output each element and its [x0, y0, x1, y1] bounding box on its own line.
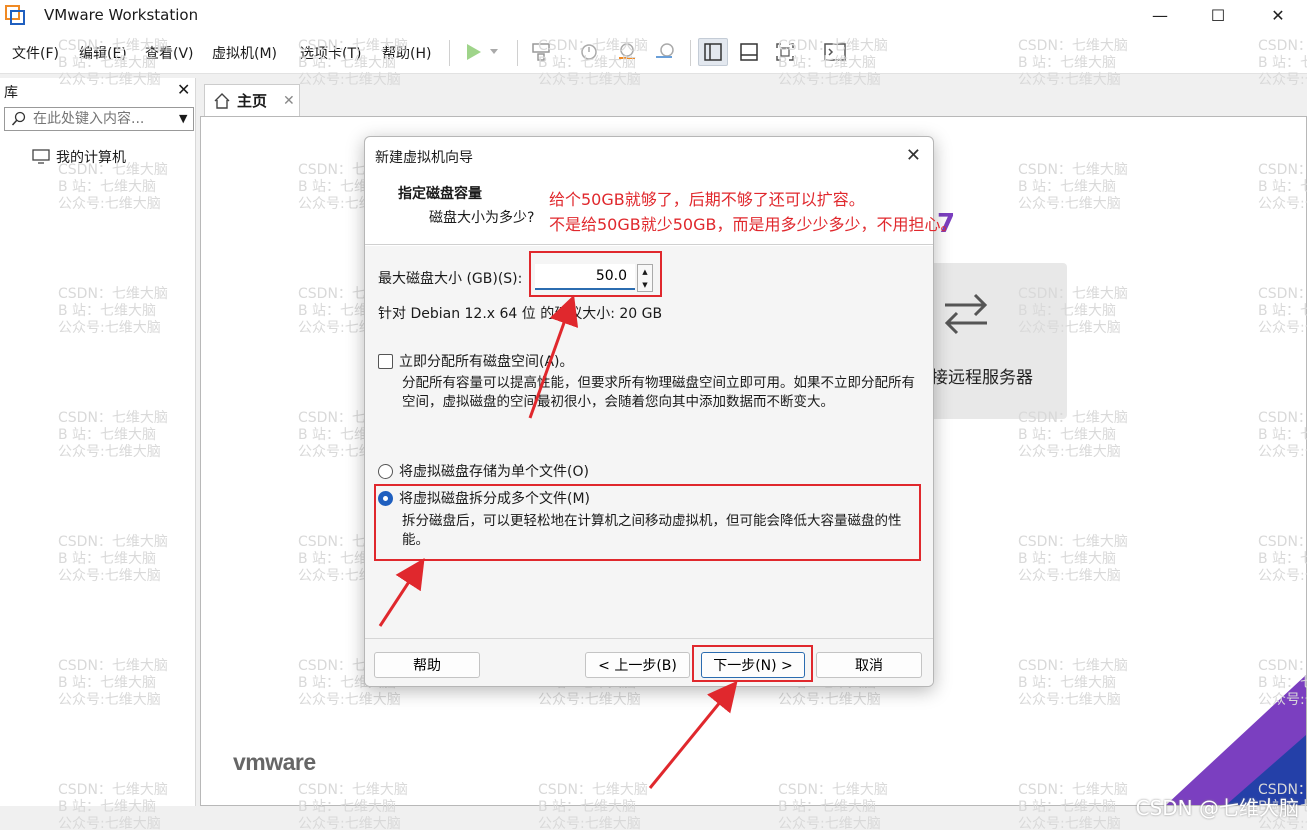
title-bar: VMware Workstation — ☐ ✕ — [0, 0, 1307, 30]
toolbar-separator — [517, 40, 518, 66]
window-title: VMware Workstation — [44, 6, 199, 24]
minimize-button[interactable]: — — [1132, 0, 1188, 30]
annotation-box-next-button — [692, 645, 813, 682]
chevron-down-icon[interactable]: ▼ — [179, 112, 187, 125]
maximize-button[interactable]: ☐ — [1190, 0, 1246, 30]
library-search[interactable]: ▼ — [4, 107, 194, 131]
search-icon — [11, 111, 26, 126]
tree-item-label: 我的计算机 — [56, 150, 126, 166]
single-file-label: 将虚拟磁盘存储为单个文件(O) — [399, 464, 589, 480]
allocate-all-label: 立即分配所有磁盘空间(A)。 — [399, 354, 574, 370]
checkbox-box[interactable] — [378, 353, 393, 369]
network-icon[interactable] — [526, 38, 556, 66]
play-icon[interactable] — [458, 38, 488, 66]
annotation-box-split-option — [374, 484, 921, 561]
allocate-all-description: 分配所有容量可以提高性能，但要求所有物理磁盘空间立即可用。如果不立即分配所有空间… — [402, 375, 915, 410]
tree-item-my-computer[interactable]: 我的计算机 — [32, 147, 126, 167]
fullscreen-icon[interactable] — [770, 38, 800, 66]
toolbar-separator — [690, 40, 691, 66]
annotation-box-disk-size — [529, 251, 662, 297]
library-title: 库 — [4, 85, 18, 101]
snapshot-manager-icon[interactable] — [650, 38, 680, 66]
back-button[interactable]: < 上一步(B) — [585, 652, 690, 678]
play-dropdown-icon[interactable] — [486, 38, 502, 66]
menu-toolbar: 文件(F) 编辑(E) 查看(V) 虚拟机(M) 选项卡(T) 帮助(H) — [0, 30, 1307, 74]
dialog-heading: 指定磁盘容量 — [398, 186, 482, 202]
dialog-footer: 帮助 < 上一步(B) 下一步(N) > 取消 — [365, 638, 933, 686]
menu-view[interactable]: 查看(V) — [145, 43, 194, 63]
menu-help[interactable]: 帮助(H) — [382, 43, 431, 63]
home-icon — [214, 92, 230, 109]
library-view-icon[interactable] — [698, 38, 728, 66]
dialog-subheading: 磁盘大小为多少? — [429, 210, 535, 226]
cancel-button[interactable]: 取消 — [816, 652, 922, 678]
radio-button[interactable] — [378, 463, 393, 479]
library-close-icon[interactable]: ✕ — [177, 80, 190, 99]
library-panel: 库 ✕ ▼ 我的计算机 — [0, 78, 196, 830]
revert-snapshot-icon[interactable] — [612, 38, 642, 66]
tab-home-label: 主页 — [237, 92, 268, 110]
dialog-close-icon[interactable]: ✕ — [906, 145, 921, 166]
tab-close-icon[interactable]: ✕ — [283, 93, 295, 109]
console-view-icon[interactable] — [734, 38, 764, 66]
recommended-size-text: 针对 Debian 12.x 64 位 的建议大小: 20 GB — [378, 306, 663, 322]
menu-tabs[interactable]: 选项卡(T) — [300, 43, 361, 63]
vmware-app-icon — [5, 5, 25, 25]
connect-remote-server-label: 接远程服务器 — [931, 368, 1033, 388]
toolbar-separator — [449, 40, 450, 66]
disk-size-label: 最大磁盘大小 (GB)(S): — [378, 271, 523, 287]
menu-vm[interactable]: 虚拟机(M) — [212, 43, 277, 63]
status-bar — [0, 806, 1307, 830]
computer-icon — [32, 149, 50, 164]
close-window-button[interactable]: ✕ — [1250, 0, 1306, 30]
tab-strip: 主页 ✕ — [200, 78, 1307, 116]
tab-home[interactable]: 主页 ✕ — [204, 84, 300, 116]
annotation-text-line2: 不是给50GB就少50GB，而是用多少少多少，不用担心。 — [549, 215, 957, 234]
menu-edit[interactable]: 编辑(E) — [79, 43, 127, 63]
footer-watermark: CSDN @七维大脑 — [1135, 796, 1299, 820]
library-search-input[interactable] — [33, 110, 173, 128]
terminal-icon[interactable] — [820, 38, 850, 66]
connect-remote-server-card[interactable] — [929, 263, 1067, 419]
exchange-arrows-icon — [944, 293, 988, 335]
annotation-text-line1: 给个50GB就够了，后期不够了还可以扩容。 — [549, 190, 865, 209]
dialog-title: 新建虚拟机向导 — [375, 150, 473, 166]
menu-file[interactable]: 文件(F) — [12, 43, 59, 63]
allocate-all-checkbox[interactable]: 立即分配所有磁盘空间(A)。 — [378, 351, 574, 371]
snapshot-icon[interactable] — [574, 38, 604, 66]
single-file-radio[interactable]: 将虚拟磁盘存储为单个文件(O) — [378, 461, 589, 481]
help-button[interactable]: 帮助 — [374, 652, 480, 678]
dialog-body: 最大磁盘大小 (GB)(S): ▲ ▼ 针对 Debian 12.x 64 位 … — [365, 246, 933, 638]
vmware-logo: vmware — [233, 749, 316, 775]
